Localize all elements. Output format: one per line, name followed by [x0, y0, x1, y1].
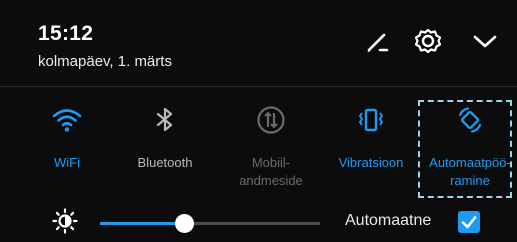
bluetooth-label: Bluetooth: [137, 155, 193, 170]
bluetooth-icon: [149, 104, 181, 136]
chevron-down-icon[interactable]: [468, 24, 502, 58]
brightness-slider-fill: [100, 222, 184, 225]
vibrate-icon: [355, 104, 387, 136]
brightness-slider-thumb[interactable]: [174, 214, 194, 233]
auto-brightness-label: Automaatne: [345, 212, 432, 229]
clock: 15:12: [38, 22, 94, 45]
auto-rotate-highlight: [418, 100, 512, 198]
status-header: 15:12 kolmapäev, 1. märts: [0, 0, 517, 82]
mobile-data-icon: [255, 104, 287, 136]
mobile-data-toggle[interactable]: Mobiil- andmeside: [226, 96, 316, 196]
edit-icon[interactable]: [360, 24, 394, 58]
mobile-data-label: Mobiil- andmeside: [226, 154, 316, 190]
wifi-label: WiFi: [54, 155, 80, 170]
divider: [0, 86, 517, 87]
date-label: kolmapäev, 1. märts: [38, 53, 172, 70]
auto-brightness-checkbox[interactable]: [458, 211, 480, 233]
gear-icon[interactable]: [411, 24, 445, 58]
vibration-label: Vibratsioon: [338, 155, 404, 170]
brightness-icon: [52, 208, 78, 234]
mobile-data-label-line: Mobiil- andmeside: [239, 155, 303, 188]
wifi-toggle[interactable]: WiFi: [22, 96, 112, 196]
brightness-row: Automaatne: [0, 204, 517, 242]
wifi-icon: [51, 104, 83, 136]
brightness-slider[interactable]: [100, 214, 320, 233]
bluetooth-toggle[interactable]: Bluetooth: [120, 96, 210, 196]
vibration-toggle[interactable]: Vibratsioon: [326, 96, 416, 196]
